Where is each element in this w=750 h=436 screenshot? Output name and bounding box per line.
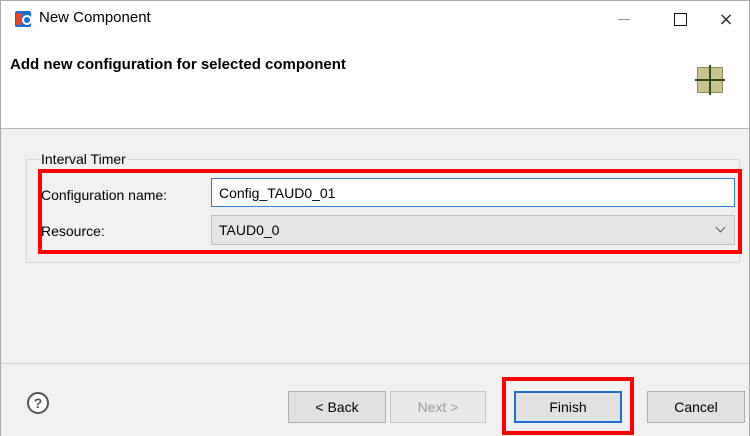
component-grid-icon bbox=[695, 65, 725, 95]
next-button: Next > bbox=[390, 391, 486, 423]
group-legend: Interval Timer bbox=[39, 151, 128, 167]
title-bar: New Component × bbox=[1, 1, 749, 37]
window-title: New Component bbox=[39, 9, 151, 26]
header-title: Add new configuration for selected compo… bbox=[10, 56, 346, 73]
dialog-body: Interval Timer Configuration name: Resou… bbox=[1, 129, 749, 363]
resource-select[interactable]: TAUD0_0 bbox=[211, 215, 735, 245]
cancel-button[interactable]: Cancel bbox=[647, 391, 745, 423]
finish-button[interactable]: Finish bbox=[514, 391, 622, 423]
interval-timer-group bbox=[26, 159, 740, 263]
dialog-footer: ? < Back Next > Finish Cancel bbox=[1, 363, 749, 436]
resource-selected-value: TAUD0_0 bbox=[219, 222, 280, 238]
configuration-name-label: Configuration name: bbox=[41, 187, 168, 203]
chevron-down-icon bbox=[715, 222, 726, 233]
maximize-icon bbox=[673, 12, 687, 26]
help-icon[interactable]: ? bbox=[27, 392, 49, 414]
close-icon: × bbox=[718, 8, 734, 30]
minimize-button[interactable] bbox=[601, 1, 647, 37]
app-icon bbox=[15, 11, 32, 27]
minimize-icon bbox=[618, 18, 630, 20]
back-button[interactable]: < Back bbox=[288, 391, 386, 423]
resource-label: Resource: bbox=[41, 223, 105, 239]
maximize-button[interactable] bbox=[657, 1, 703, 37]
configuration-name-input[interactable] bbox=[211, 178, 735, 207]
new-component-dialog: New Component × Add new configuration fo… bbox=[0, 0, 750, 436]
dialog-header: Add new configuration for selected compo… bbox=[1, 37, 749, 129]
close-button[interactable]: × bbox=[703, 1, 749, 37]
